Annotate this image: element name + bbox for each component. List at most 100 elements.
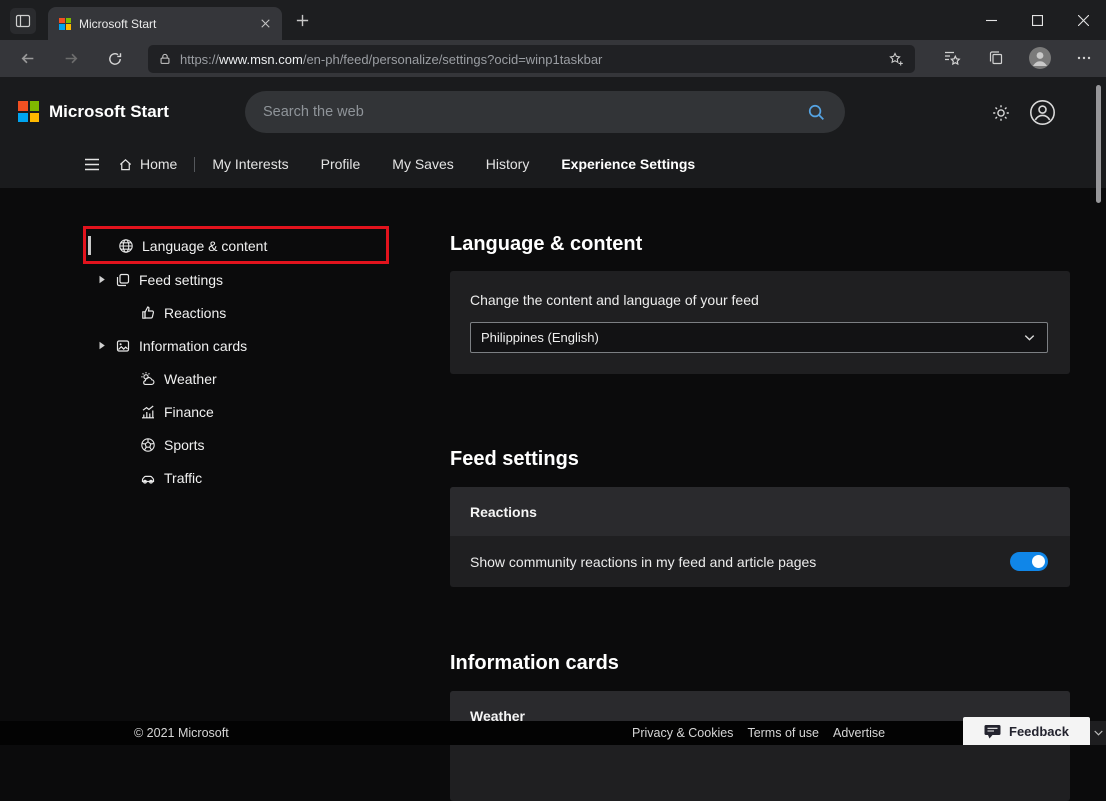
feedback-button[interactable]: Feedback — [963, 717, 1090, 745]
search-icon — [807, 103, 826, 122]
collections-icon — [987, 49, 1005, 67]
nav-profile[interactable]: Profile — [321, 156, 361, 172]
language-select[interactable]: Philippines (English) — [470, 322, 1048, 353]
nav-experience-settings-label: Experience Settings — [561, 156, 695, 172]
sidebar-item-feed-settings[interactable]: Feed settings — [84, 263, 394, 296]
sidebar-item-reactions[interactable]: Reactions — [84, 296, 394, 329]
feed-settings-icon — [115, 272, 131, 288]
footer-link-privacy-label: Privacy & Cookies — [632, 726, 733, 740]
scrollbar-down-button[interactable] — [1090, 721, 1106, 745]
nav-my-saves-label: My Saves — [392, 156, 453, 172]
footer-link-advertise[interactable]: Advertise — [833, 726, 885, 740]
nav-home[interactable]: Home — [118, 156, 177, 172]
settings-button[interactable] — [991, 103, 1011, 123]
finance-icon — [140, 404, 156, 420]
minimize-button[interactable] — [968, 0, 1014, 40]
browser-profile-button[interactable] — [1026, 44, 1054, 72]
plus-icon — [296, 14, 309, 27]
forward-button[interactable] — [56, 44, 86, 74]
favorites-icon — [943, 49, 961, 67]
add-to-favorites-button[interactable] — [885, 48, 907, 70]
page-content: Microsoft Start — [0, 77, 1106, 745]
gear-icon — [991, 103, 1011, 123]
nav-experience-settings[interactable]: Experience Settings — [561, 156, 695, 172]
person-icon — [1029, 99, 1056, 126]
footer-link-privacy[interactable]: Privacy & Cookies — [632, 726, 733, 740]
nav-history-label: History — [486, 156, 530, 172]
refresh-icon — [107, 51, 123, 67]
maximize-button[interactable] — [1014, 0, 1060, 40]
browser-titlebar: Microsoft Start — [0, 0, 1106, 40]
tab-title: Microsoft Start — [79, 17, 249, 31]
url-text: https://www.msn.com/en-ph/feed/personali… — [180, 52, 877, 67]
new-tab-button[interactable] — [293, 11, 312, 30]
sidebar-item-label: Finance — [164, 404, 214, 420]
sidebar-item-label: Weather — [164, 371, 217, 387]
sidebar-item-language-content[interactable]: Language & content — [84, 229, 394, 262]
feedback-label: Feedback — [1009, 724, 1069, 739]
url-path: /en-ph/feed/personalize/settings?ocid=wi… — [303, 52, 603, 67]
footer-link-terms-label: Terms of use — [747, 726, 819, 740]
language-card: Change the content and language of your … — [450, 271, 1070, 374]
collections-button[interactable] — [982, 44, 1010, 72]
minimize-icon — [986, 15, 997, 26]
sidebar-item-label: Feed settings — [139, 272, 223, 288]
chevron-down-icon — [1094, 730, 1103, 736]
microsoft-logo-icon — [18, 101, 39, 122]
sidebar-item-information-cards[interactable]: Information cards — [84, 329, 394, 362]
nav-history[interactable]: History — [486, 156, 530, 172]
browser-tab[interactable]: Microsoft Start — [48, 7, 282, 40]
profile-button[interactable] — [1029, 99, 1056, 126]
search-button[interactable] — [803, 99, 829, 125]
traffic-icon — [140, 470, 156, 486]
sidebar-item-weather[interactable]: Weather — [84, 362, 394, 395]
window-controls — [968, 0, 1106, 40]
reactions-toggle[interactable] — [1010, 552, 1048, 571]
menu-button[interactable] — [84, 158, 100, 171]
nav-divider — [194, 157, 195, 172]
feed-settings-card: Reactions Show community reactions in my… — [450, 487, 1070, 587]
address-bar[interactable]: https://www.msn.com/en-ph/feed/personali… — [148, 45, 915, 73]
information-cards-icon — [115, 338, 131, 354]
sidebar-item-finance[interactable]: Finance — [84, 395, 394, 428]
tab-actions-button[interactable] — [10, 8, 36, 34]
sidebar-item-traffic[interactable]: Traffic — [84, 461, 394, 494]
forward-arrow-icon — [63, 50, 80, 67]
url-host: www.msn.com — [219, 52, 303, 67]
brand-name: Microsoft Start — [49, 102, 169, 122]
search-input[interactable] — [263, 104, 803, 120]
back-button[interactable] — [12, 44, 42, 74]
close-button[interactable] — [1060, 0, 1106, 40]
close-icon — [1078, 15, 1089, 26]
back-arrow-icon — [19, 50, 36, 67]
sidebar-item-label: Language & content — [142, 238, 267, 254]
footer-link-advertise-label: Advertise — [833, 726, 885, 740]
nav-profile-label: Profile — [321, 156, 361, 172]
sidebar-item-label: Reactions — [164, 305, 226, 321]
browser-menu-button[interactable] — [1070, 44, 1098, 72]
url-scheme: https:// — [180, 52, 219, 67]
chevron-down-icon — [1022, 330, 1037, 345]
chevron-right-icon[interactable] — [98, 275, 106, 284]
search-box — [245, 91, 845, 133]
refresh-button[interactable] — [100, 44, 130, 74]
tab-close-icon[interactable] — [257, 15, 274, 32]
avatar-icon — [1028, 46, 1052, 70]
nav-home-label: Home — [140, 156, 177, 172]
msn-nav: Home My Interests Profile My Saves Histo… — [84, 140, 695, 188]
information-cards-card: Weather — [450, 691, 1070, 801]
nav-my-interests[interactable]: My Interests — [212, 156, 288, 172]
chevron-right-icon[interactable] — [98, 341, 106, 350]
brand[interactable]: Microsoft Start — [18, 101, 169, 122]
copyright-text: © 2021 Microsoft — [134, 726, 229, 740]
feedback-icon — [984, 724, 1001, 739]
favorites-button[interactable] — [938, 44, 966, 72]
reactions-setting-row: Show community reactions in my feed and … — [450, 536, 1070, 587]
scrollbar-thumb[interactable] — [1096, 85, 1101, 203]
tab-actions-icon — [15, 13, 31, 29]
sidebar-item-sports[interactable]: Sports — [84, 428, 394, 461]
footer-link-terms[interactable]: Terms of use — [747, 726, 819, 740]
lock-icon[interactable] — [158, 52, 172, 66]
maximize-icon — [1032, 15, 1043, 26]
nav-my-saves[interactable]: My Saves — [392, 156, 453, 172]
